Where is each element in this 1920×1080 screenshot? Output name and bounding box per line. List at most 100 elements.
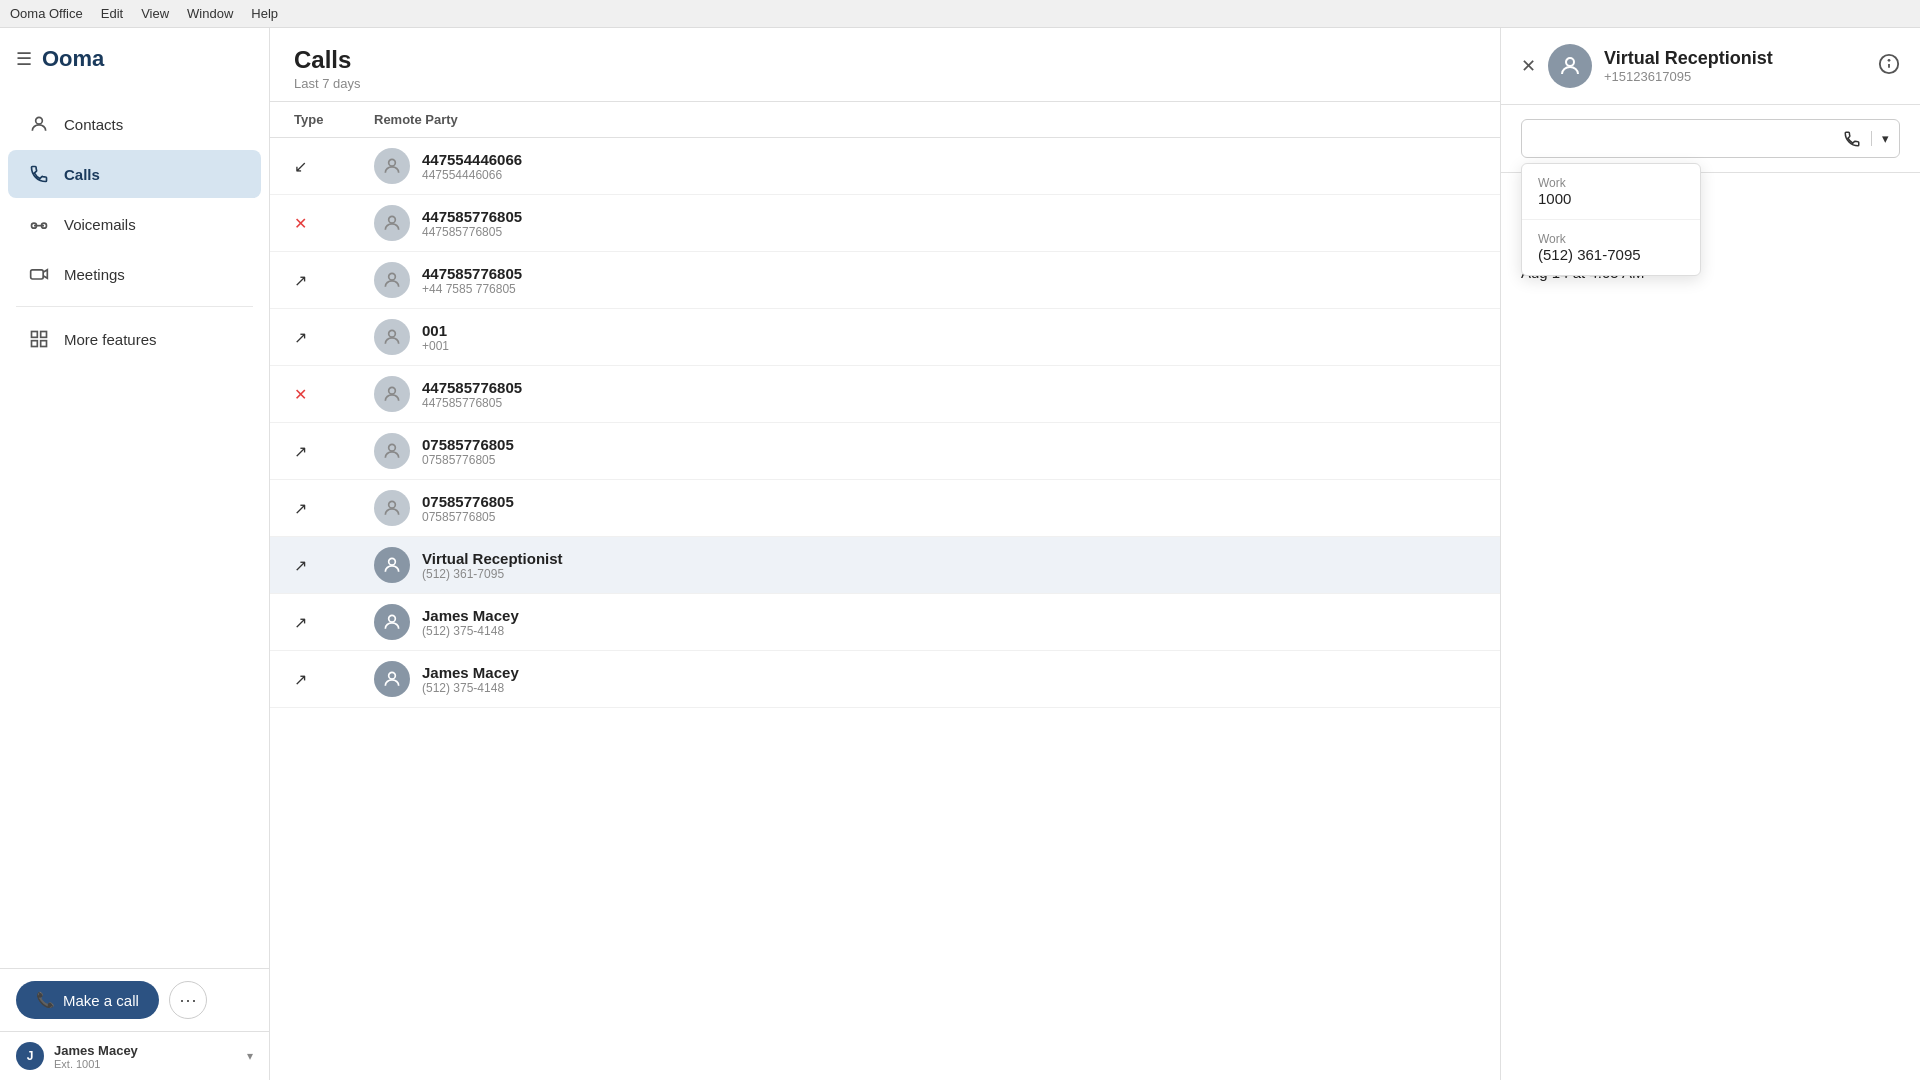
phone-icon: 📞: [36, 991, 55, 1009]
call-type-cell: ↗: [294, 271, 374, 290]
party-number: 447585776805: [422, 396, 522, 410]
remote-party-cell: 447585776805 447585776805: [374, 376, 1676, 412]
voicemails-icon: [28, 213, 50, 235]
party-avatar: [374, 376, 410, 412]
call-number-input[interactable]: [1522, 120, 1833, 157]
menu-ooma-office[interactable]: Ooma Office: [10, 6, 83, 21]
sidebar-header: ☰ Ooma: [0, 28, 269, 90]
sidebar-item-calls[interactable]: Calls: [8, 150, 261, 198]
party-name: 07585776805: [422, 493, 514, 510]
user-avatar: J: [16, 1042, 44, 1070]
party-info: James Macey (512) 375-4148: [422, 607, 519, 638]
party-info: 447554446066 447554446066: [422, 151, 522, 182]
sidebar-item-meetings[interactable]: Meetings: [8, 250, 261, 298]
call-type-cell: ↗: [294, 328, 374, 347]
remote-party-cell: 447585776805 +44 7585 776805: [374, 262, 1676, 298]
party-info: 07585776805 07585776805: [422, 493, 514, 524]
sidebar-item-contacts[interactable]: Contacts: [8, 100, 261, 148]
contacts-icon: [28, 113, 50, 135]
make-call-label: Make a call: [63, 992, 139, 1009]
user-chevron-icon[interactable]: ▾: [247, 1049, 253, 1063]
menu-view[interactable]: View: [141, 6, 169, 21]
party-number: (512) 375-4148: [422, 624, 519, 638]
call-type-cell: ↗: [294, 613, 374, 632]
party-info: Virtual Receptionist (512) 361-7095: [422, 550, 563, 581]
svg-point-12: [389, 330, 396, 337]
party-info: 447585776805 447585776805: [422, 208, 522, 239]
party-avatar: [374, 148, 410, 184]
more-options-button[interactable]: ⋯: [169, 981, 207, 1019]
party-avatar: [374, 490, 410, 526]
remote-party-cell: 001 +001: [374, 319, 1676, 355]
detail-header: ✕ Virtual Receptionist +15123617095: [1501, 28, 1920, 105]
remote-party-cell: James Macey (512) 375-4148: [374, 604, 1676, 640]
dropdown-option-value-2: (512) 361-7095: [1538, 246, 1684, 263]
svg-point-9: [389, 159, 396, 166]
party-info: 447585776805 +44 7585 776805: [422, 265, 522, 296]
svg-rect-7: [41, 341, 47, 347]
user-name-info: James Macey Ext. 1001: [54, 1043, 237, 1070]
menu-window[interactable]: Window: [187, 6, 233, 21]
remote-party-cell: 07585776805 07585776805: [374, 433, 1676, 469]
dropdown-option-work-512[interactable]: Work (512) 361-7095: [1522, 220, 1700, 275]
call-action-bar: ▾ Work 1000 Work (512) 361-7095: [1501, 105, 1920, 173]
party-name: 447585776805: [422, 208, 522, 225]
detail-contact-name: Virtual Receptionist: [1604, 48, 1866, 69]
party-name: James Macey: [422, 607, 519, 624]
call-type-icon: ↗: [294, 443, 307, 460]
party-name: 447585776805: [422, 379, 522, 396]
col-remote-party: Remote Party: [374, 112, 1676, 127]
party-number: (512) 361-7095: [422, 567, 563, 581]
svg-rect-3: [31, 270, 44, 279]
call-type-cell: ↗: [294, 499, 374, 518]
detail-panel: ✕ Virtual Receptionist +15123617095: [1500, 28, 1920, 1080]
call-dropdown-button[interactable]: ▾: [1871, 131, 1899, 146]
sidebar-item-more[interactable]: More features: [8, 315, 261, 363]
party-name: 001: [422, 322, 449, 339]
sidebar-item-voicemails[interactable]: Voicemails: [8, 200, 261, 248]
menu-help[interactable]: Help: [251, 6, 278, 21]
svg-rect-4: [32, 332, 38, 338]
sidebar-nav: Contacts Calls Voicemails: [0, 90, 269, 537]
call-phone-button[interactable]: [1833, 130, 1871, 148]
menu-bar: Ooma Office Edit View Window Help: [0, 0, 1920, 28]
content-title-area: Calls Last 7 days: [294, 46, 361, 91]
nav-divider: [16, 306, 253, 307]
svg-point-11: [389, 273, 396, 280]
remote-party-cell: 447554446066 447554446066: [374, 148, 1676, 184]
svg-rect-6: [32, 341, 38, 347]
svg-point-0: [36, 117, 43, 124]
svg-point-13: [389, 387, 396, 394]
col-type: Type: [294, 112, 374, 127]
party-avatar: [374, 433, 410, 469]
user-info-bar: J James Macey Ext. 1001 ▾: [0, 1031, 269, 1080]
app-logo: Ooma: [42, 46, 104, 72]
more-features-icon: [28, 328, 50, 350]
party-name: Virtual Receptionist: [422, 550, 563, 567]
call-type-icon: ↗: [294, 671, 307, 688]
call-type-cell: ↗: [294, 670, 374, 689]
call-type-cell: ↗: [294, 556, 374, 575]
party-number: 07585776805: [422, 453, 514, 467]
menu-edit[interactable]: Edit: [101, 6, 123, 21]
detail-close-button[interactable]: ✕: [1521, 55, 1536, 77]
party-name: 447585776805: [422, 265, 522, 282]
make-call-button[interactable]: 📞 Make a call: [16, 981, 159, 1019]
detail-info-button[interactable]: [1878, 53, 1900, 79]
call-type-icon: ↗: [294, 272, 307, 289]
call-type-cell: ↙: [294, 157, 374, 176]
party-info: 447585776805 447585776805: [422, 379, 522, 410]
meetings-icon: [28, 263, 50, 285]
phone-dropdown: Work 1000 Work (512) 361-7095: [1521, 163, 1701, 276]
party-info: James Macey (512) 375-4148: [422, 664, 519, 695]
hamburger-icon[interactable]: ☰: [16, 48, 32, 70]
user-ext: Ext. 1001: [54, 1058, 237, 1070]
calls-icon: [28, 163, 50, 185]
dropdown-option-work-1000[interactable]: Work 1000: [1522, 164, 1700, 220]
dropdown-option-label-2: Work: [1538, 232, 1684, 246]
sidebar-bottom: 📞 Make a call ⋯: [0, 968, 269, 1031]
page-title: Calls: [294, 46, 361, 74]
svg-point-15: [389, 501, 396, 508]
party-info: 07585776805 07585776805: [422, 436, 514, 467]
party-name: 447554446066: [422, 151, 522, 168]
